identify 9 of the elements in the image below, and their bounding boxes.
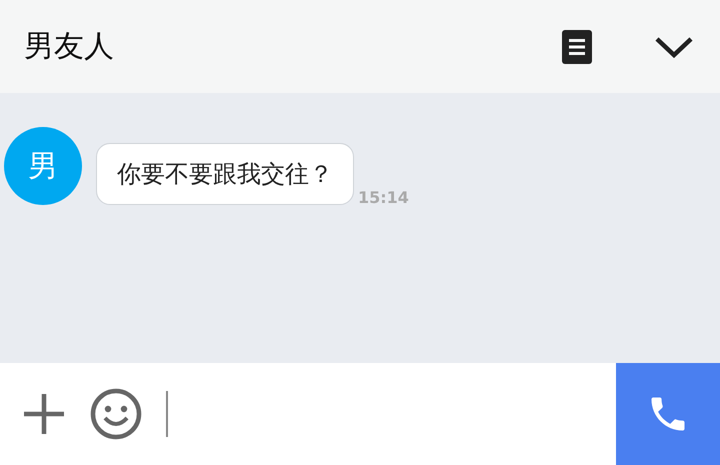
- chevron-down-icon[interactable]: [654, 34, 694, 58]
- avatar: 男: [4, 127, 82, 205]
- call-button[interactable]: [616, 363, 720, 465]
- plus-icon[interactable]: [22, 392, 66, 436]
- notes-icon[interactable]: [562, 30, 592, 64]
- chat-title: 男友人: [24, 28, 114, 66]
- message-time: 15:14: [358, 188, 409, 207]
- smiley-icon[interactable]: [90, 388, 142, 440]
- message-bubble: 你要不要跟我交往？: [96, 143, 354, 205]
